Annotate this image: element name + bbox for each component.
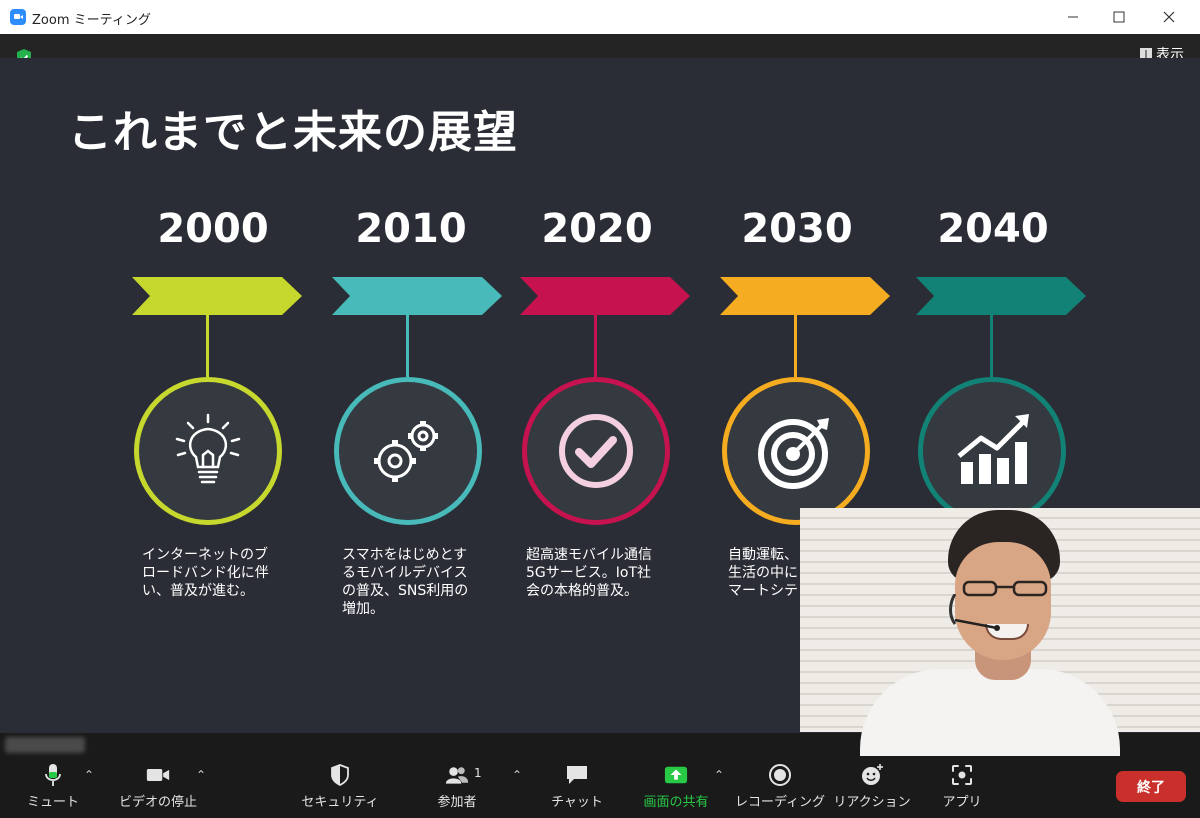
milestone-year: 2030 [741,206,853,252]
timeline-arrow [720,277,890,315]
close-icon [1163,11,1175,23]
timeline-arrow [132,277,302,315]
window-title: Zoom ミーティング [32,13,151,28]
checkmark-icon [559,414,633,488]
security-button[interactable]: セキュリティ [301,756,379,818]
meeting-toolbar: ミュート ⌃ ビデオの停止 ⌃ セキュリティ 参加者 1 ⌃ チャット 画面の共… [0,756,1200,818]
milestone-year: 2040 [937,206,1049,252]
timeline-arrow [332,277,502,315]
milestone-year: 2000 [157,206,269,252]
close-button[interactable] [1146,0,1192,34]
participants-label: 参加者 [437,795,477,810]
milestone-circle [334,377,482,525]
apps-icon [952,765,972,785]
timeline-stem [794,315,797,377]
timeline-stem [406,315,409,377]
participant-name-blur [5,737,85,753]
share-screen-button[interactable]: 画面の共有 [638,756,714,818]
milestone-year: 2010 [355,206,467,252]
video-camera-icon [146,769,170,781]
timeline-arrow [916,277,1086,315]
maximize-icon [1113,11,1125,23]
chat-label: チャット [551,795,603,810]
milestone-description: 超高速モバイル通信 5Gサービス。IoT社 会の本格的普及。 [526,547,652,599]
meeting-area: 表示 これまでと未来の展望 2000 インターネットのブ ロードバンド化に伴 い… [0,34,1200,759]
meeting-top-strip [0,34,1200,60]
end-meeting-button[interactable]: 終了 [1116,771,1186,802]
chat-bubble-icon [567,766,587,784]
share-screen-icon [664,766,688,784]
milestone-circle [134,377,282,525]
milestone-circle [918,377,1066,525]
timeline-arrow [520,277,690,315]
timeline-stem [206,315,209,377]
slide-title: これまでと未来の展望 [68,107,518,158]
record-button[interactable]: レコーディング [734,756,826,818]
smiley-icon [862,764,883,785]
participants-count: 1 [474,766,482,780]
milestone-circle [522,377,670,525]
minimize-icon [1068,16,1078,18]
reaction-button[interactable]: リアクション [833,756,911,818]
timeline-stem [594,315,597,377]
apps-label: アプリ [942,795,982,810]
target-icon [758,418,829,489]
milestone-description: スマホをはじめとす るモバイルデバイス の普及、SNS利用の 増加。 [342,547,469,617]
participant-shirt [860,669,1120,759]
share-screen-label: 画面の共有 [643,795,709,810]
stop-video-button[interactable]: ビデオの停止 [116,756,200,818]
headset-icon [949,594,1000,631]
lightbulb-icon [175,413,241,484]
record-label: レコーディング [734,795,826,810]
timeline-stem [990,315,993,377]
security-shield-icon [331,764,349,786]
growth-chart-icon [957,414,1029,484]
audio-options-caret[interactable]: ⌃ [84,768,94,782]
participants-icon [445,767,469,784]
window-titlebar: Zoom ミーティング [0,0,1200,35]
record-icon [769,764,791,786]
zoom-app-icon [10,9,26,25]
stop-video-label: ビデオの停止 [118,795,197,810]
mute-button[interactable]: ミュート [27,756,80,818]
milestone-year: 2020 [541,206,653,252]
video-options-caret[interactable]: ⌃ [196,768,206,782]
reaction-label: リアクション [833,795,911,810]
microphone-icon [45,764,61,786]
security-label: セキュリティ [301,795,379,810]
participants-options-caret[interactable]: ⌃ [512,768,522,782]
chat-button[interactable]: チャット [551,756,603,818]
minimize-button[interactable] [1050,0,1096,34]
mute-label: ミュート [27,795,80,810]
gears-icon [374,421,438,482]
milestone-description: インターネットのブ ロードバンド化に伴 い、普及が進む。 [142,547,269,599]
share-options-caret[interactable]: ⌃ [714,768,724,782]
milestone-circle [722,377,870,525]
maximize-button[interactable] [1096,0,1142,34]
apps-button[interactable]: アプリ [938,756,986,818]
